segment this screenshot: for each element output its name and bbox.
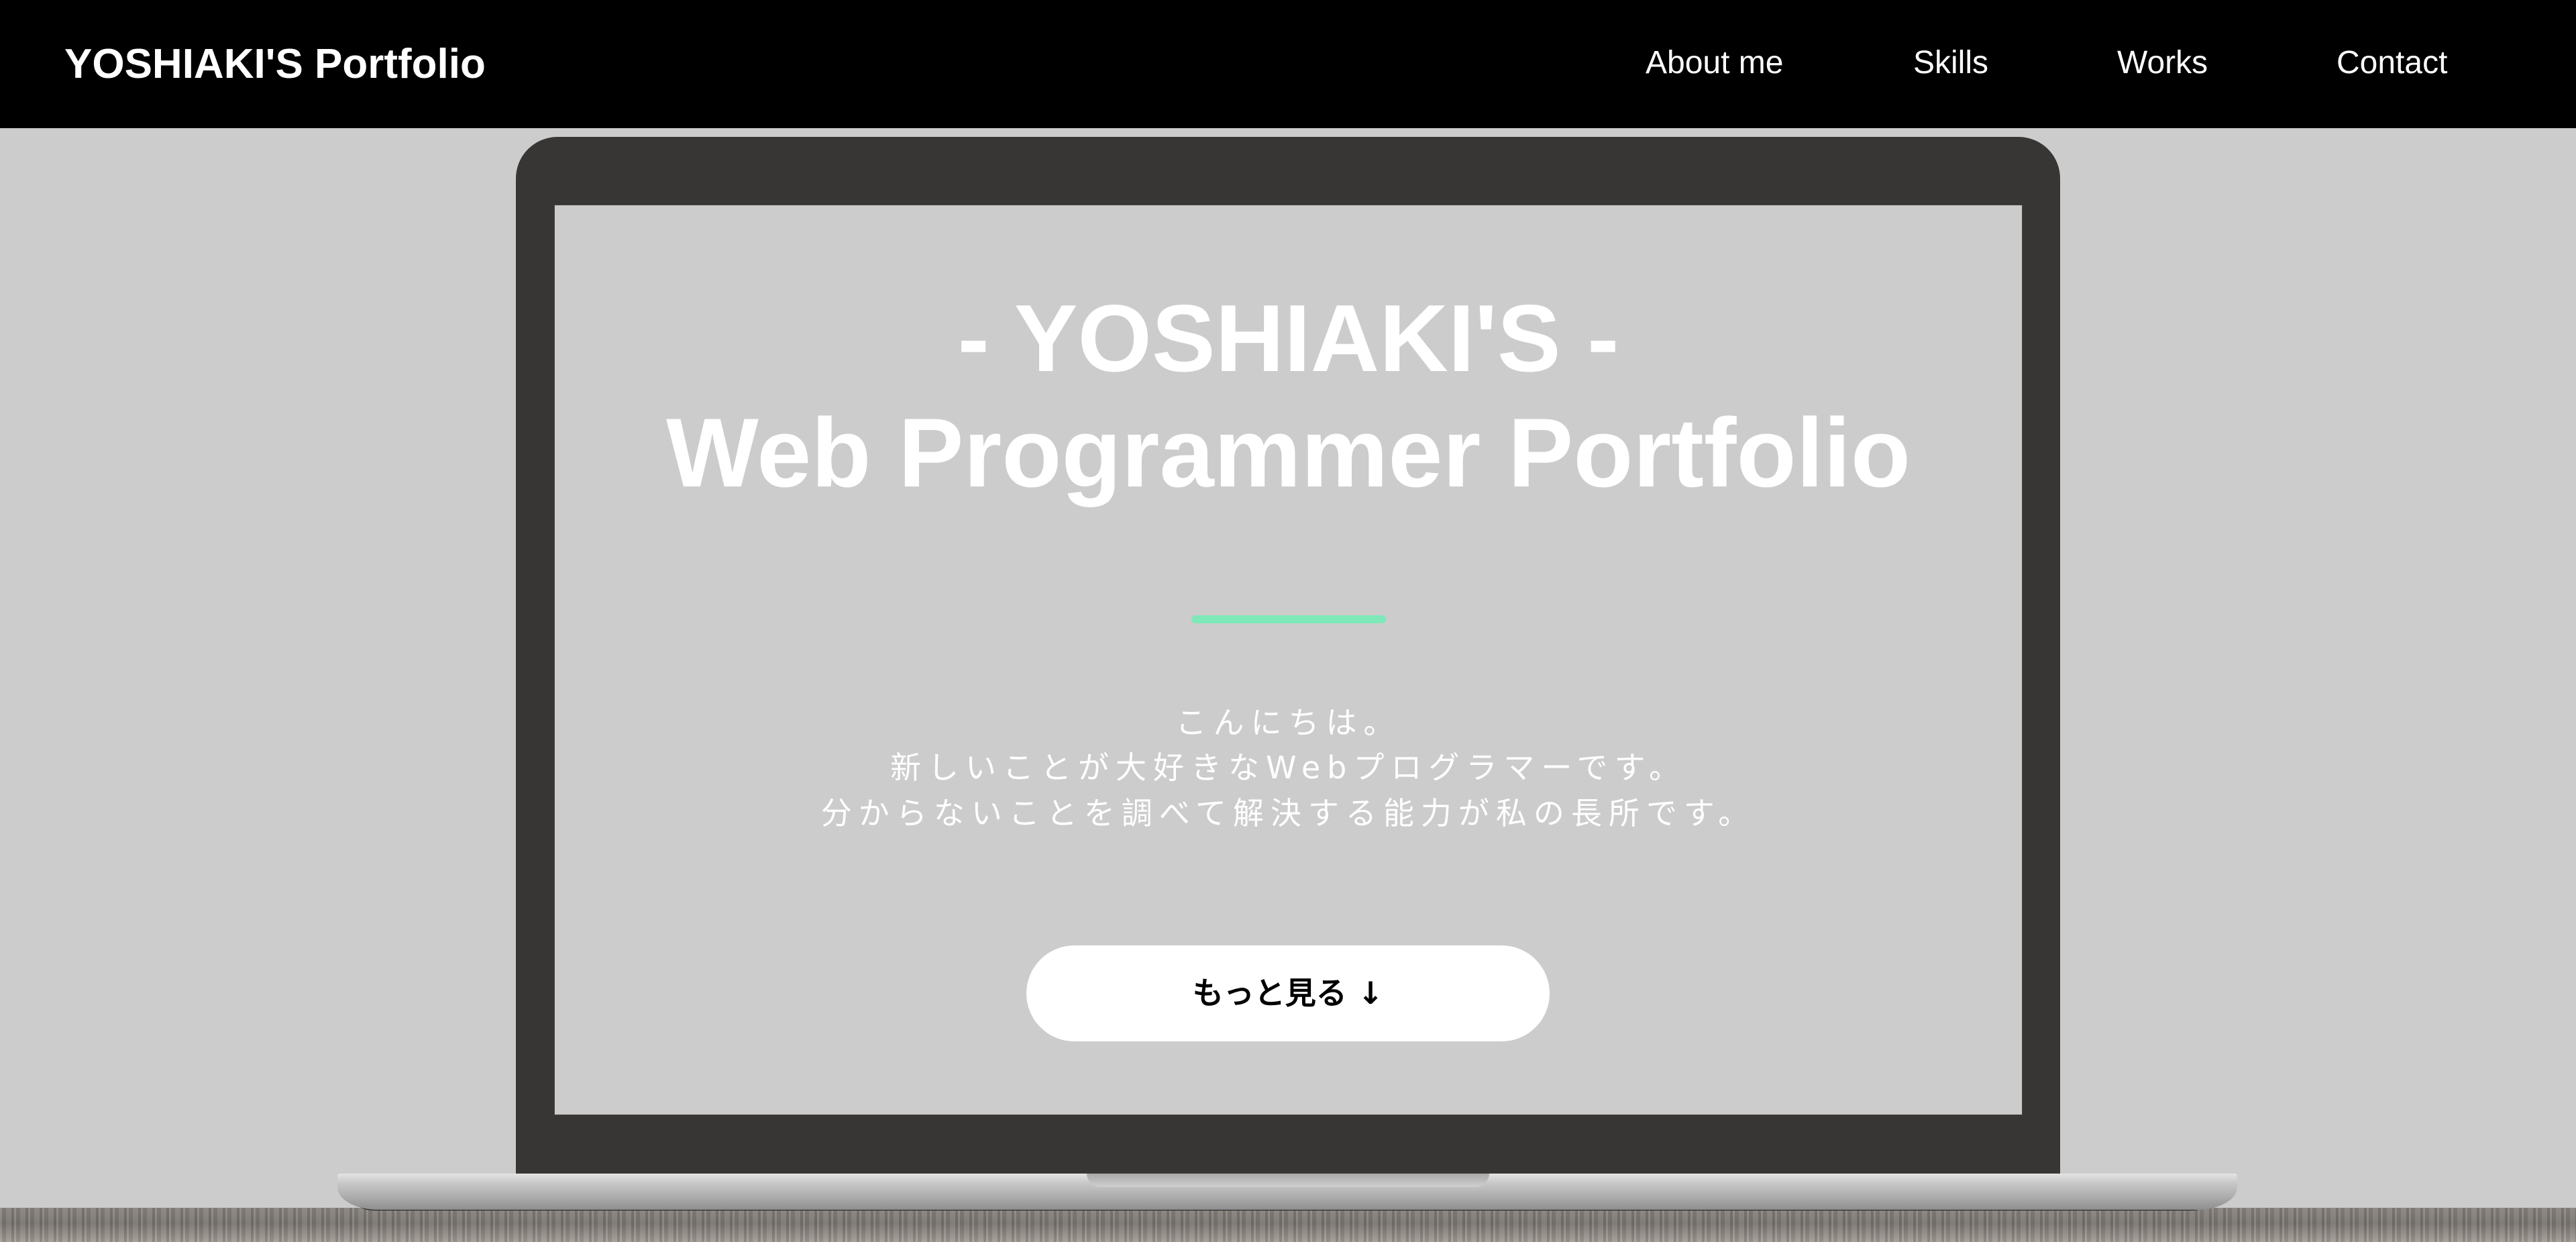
- nav-link-works[interactable]: Works: [2117, 43, 2208, 83]
- hero-intro-line: こんにちは。: [1175, 705, 1401, 741]
- hero-accent-divider: [1191, 615, 1386, 623]
- hero-title-name: - YOSHIAKI'S -: [957, 285, 1619, 392]
- nav-link-skills[interactable]: Skills: [1913, 43, 1988, 83]
- wooden-desk-background: [0, 1208, 2576, 1242]
- nav-link-about-me[interactable]: About me: [1646, 43, 1783, 83]
- site-header: YOSHIAKI'S Portfolio About me Skills Wor…: [0, 0, 2576, 128]
- site-logo[interactable]: YOSHIAKI'S Portfolio: [64, 40, 486, 89]
- hero-intro-line: 分からないことを調べて解決する能力が私の長所です。: [820, 795, 1756, 831]
- hero-title-role: Web Programmer Portfolio: [665, 398, 1911, 507]
- hero-intro-line: 新しいことが大好きなWebプログラマーです。: [890, 749, 1686, 786]
- nav-link-contact[interactable]: Contact: [2337, 43, 2447, 83]
- see-more-button[interactable]: もっと見る ↓: [1026, 945, 1550, 1041]
- laptop-opening-notch: [1087, 1174, 1489, 1187]
